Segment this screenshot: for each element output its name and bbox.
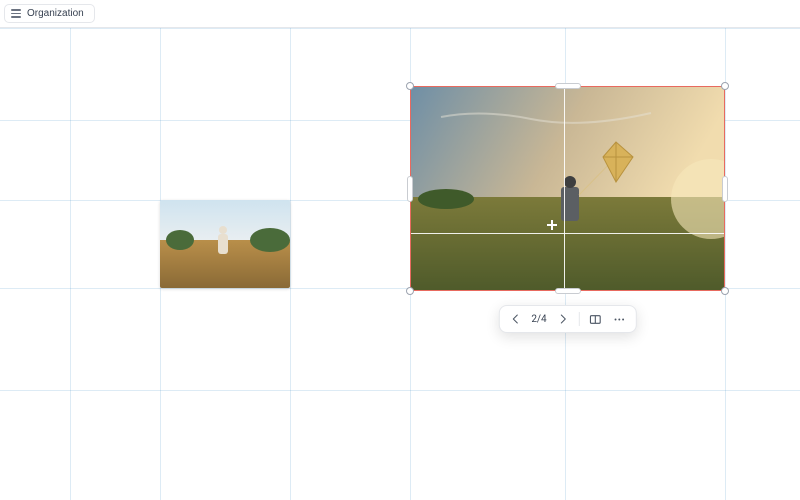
topbar <box>0 0 800 28</box>
next-button[interactable] <box>555 311 571 327</box>
resize-handle-nw[interactable] <box>406 82 414 90</box>
gridline-v <box>725 0 726 500</box>
hamburger-icon <box>11 9 21 18</box>
photo-kite-sunset-icon <box>411 87 725 291</box>
page-indicator: 2/4 <box>531 314 546 325</box>
separator <box>579 312 580 326</box>
resize-handle-s[interactable] <box>555 288 581 294</box>
organization-label: Organization <box>27 8 84 19</box>
aspect-ratio-button[interactable] <box>588 311 604 327</box>
arrow-right-icon <box>557 313 569 325</box>
prev-button[interactable] <box>507 311 523 327</box>
gridline-h <box>0 390 800 391</box>
arrow-left-icon <box>509 313 521 325</box>
gridline-h <box>0 28 800 29</box>
gridline-v <box>70 0 71 500</box>
resize-handle-ne[interactable] <box>721 82 729 90</box>
aspect-ratio-icon <box>589 313 602 326</box>
resize-handle-se[interactable] <box>721 287 729 295</box>
selection-toolbar: 2/4 <box>498 305 636 333</box>
more-horizontal-icon <box>613 313 626 326</box>
resize-handle-n[interactable] <box>555 83 581 89</box>
canvas-image-large-selection[interactable]: 2/4 <box>410 86 725 291</box>
crosshair-icon <box>547 220 557 230</box>
gridline-v <box>290 0 291 500</box>
resize-handle-e[interactable] <box>722 176 728 202</box>
resize-handle-w[interactable] <box>407 176 413 202</box>
more-button[interactable] <box>612 311 628 327</box>
canvas[interactable]: 2/4 <box>0 0 800 500</box>
photo-field-icon <box>160 200 290 288</box>
organization-menu-button[interactable]: Organization <box>4 4 95 23</box>
canvas-image-small[interactable] <box>160 200 290 288</box>
canvas-image-large[interactable] <box>410 86 725 291</box>
resize-handle-sw[interactable] <box>406 287 414 295</box>
